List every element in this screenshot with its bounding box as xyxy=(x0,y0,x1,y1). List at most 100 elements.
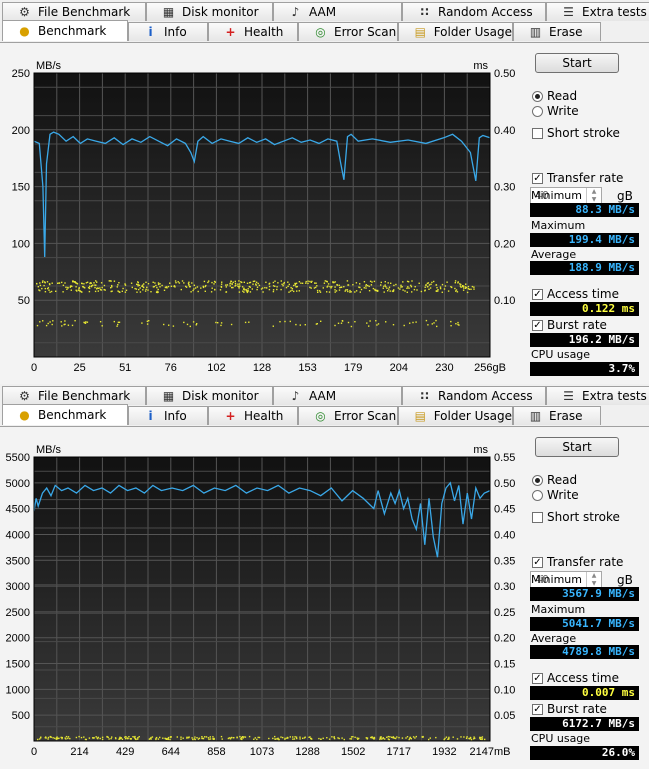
write-radio[interactable]: Write xyxy=(532,488,579,502)
access-time-point xyxy=(276,286,278,288)
tab-folder-usage[interactable]: ▤ Folder Usage xyxy=(398,406,513,425)
access-time-point xyxy=(38,738,41,740)
transfer-rate-checkbox[interactable]: ✓ Transfer rate xyxy=(532,171,623,185)
access-time-point xyxy=(283,283,285,285)
access-time-point xyxy=(174,280,177,282)
burst-rate-value: 196.2 MB/s xyxy=(530,333,639,347)
spin-up-icon[interactable]: ▲ xyxy=(586,188,601,196)
access-time-point xyxy=(56,738,58,740)
short-stroke-checkbox[interactable]: Short stroke xyxy=(532,126,620,140)
access-time-point xyxy=(81,291,83,293)
access-time-point xyxy=(299,736,301,738)
access-time-point xyxy=(338,289,341,291)
access-time-point xyxy=(350,738,353,740)
tab-random-access[interactable]: ∷ Random Access xyxy=(402,386,546,405)
access-time-point xyxy=(52,320,54,322)
access-time-point xyxy=(406,287,408,289)
access-time-point xyxy=(197,738,200,740)
access-time-point xyxy=(454,287,456,290)
access-time-point xyxy=(90,285,93,288)
access-time-point xyxy=(355,282,358,284)
access-time-point xyxy=(379,737,382,739)
read-radio[interactable]: Read xyxy=(532,89,577,103)
access-time-point xyxy=(429,287,432,289)
tab-aam[interactable]: ♪ AAM xyxy=(273,386,402,405)
access-time-point xyxy=(143,283,145,285)
access-time-point xyxy=(366,737,368,740)
read-radio[interactable]: Read xyxy=(532,473,577,487)
access-time-point xyxy=(150,291,152,293)
x-tick: 2147mB xyxy=(470,746,511,758)
access-time-point xyxy=(350,291,352,293)
short-stroke-checkbox[interactable]: Short stroke xyxy=(532,510,620,524)
tab-random-access[interactable]: ∷ Random Access xyxy=(402,2,546,21)
tab-erase[interactable]: ▥ Erase xyxy=(513,406,601,425)
access-time-point xyxy=(196,286,199,288)
burst-rate-checkbox[interactable]: ✓ Burst rate xyxy=(532,318,607,332)
access-time-point xyxy=(296,737,298,740)
access-time-point xyxy=(114,737,117,739)
tab-error-scan[interactable]: ◎ Error Scan xyxy=(298,406,398,425)
stroke-unit: gB xyxy=(617,573,633,587)
access-time-point xyxy=(427,282,430,284)
tab-health[interactable]: + Health xyxy=(208,406,298,425)
tab-extra-tests[interactable]: ☰ Extra tests xyxy=(546,2,649,21)
access-time-point xyxy=(402,281,404,283)
tab-benchmark[interactable]: ● Benchmark xyxy=(2,404,128,425)
access-time-point xyxy=(205,736,208,738)
access-time-checkbox[interactable]: ✓ Access time xyxy=(532,287,619,301)
tab-folder-usage[interactable]: ▤ Folder Usage xyxy=(398,22,513,41)
short-stroke-label: Short stroke xyxy=(547,510,620,524)
radio-selected-icon xyxy=(532,474,543,486)
access-time-point xyxy=(349,738,351,740)
start-button[interactable]: Start xyxy=(535,53,619,73)
start-button[interactable]: Start xyxy=(535,437,619,457)
access-time-point xyxy=(44,291,47,293)
access-time-point xyxy=(373,280,376,283)
y-tick-left: 2500 xyxy=(6,607,30,619)
spin-up-icon[interactable]: ▲ xyxy=(586,572,601,580)
tab-disk-monitor[interactable]: ▦ Disk monitor xyxy=(146,2,273,21)
access-time-point xyxy=(128,736,130,738)
access-time-point xyxy=(124,284,127,286)
transfer-rate-checkbox[interactable]: ✓ Transfer rate xyxy=(532,555,623,569)
y-tick-left: 3500 xyxy=(6,555,30,567)
access-time-point xyxy=(287,281,289,283)
access-time-point xyxy=(244,736,247,738)
access-time-point xyxy=(117,323,119,326)
write-radio[interactable]: Write xyxy=(532,104,579,118)
access-time-point xyxy=(430,283,432,285)
tab-label: Random Access xyxy=(438,389,533,403)
access-time-point xyxy=(266,287,268,289)
access-time-point xyxy=(310,281,312,283)
tab-info[interactable]: i Info xyxy=(128,22,208,41)
tab-file-benchmark[interactable]: ⚙ File Benchmark xyxy=(2,386,146,405)
tab-health[interactable]: + Health xyxy=(208,22,298,41)
access-time-point xyxy=(274,738,276,740)
access-time-checkbox[interactable]: ✓ Access time xyxy=(532,671,619,685)
access-time-point xyxy=(110,290,112,293)
access-time-point xyxy=(191,282,193,284)
access-time-point xyxy=(42,280,44,282)
access-time-point xyxy=(366,322,368,324)
tab-aam[interactable]: ♪ AAM xyxy=(273,2,402,21)
access-time-point xyxy=(256,288,258,291)
burst-rate-checkbox[interactable]: ✓ Burst rate xyxy=(532,702,607,716)
tab-benchmark[interactable]: ● Benchmark xyxy=(2,20,128,41)
tab-file-benchmark[interactable]: ⚙ File Benchmark xyxy=(2,2,146,21)
access-time-point xyxy=(426,286,429,288)
access-time-point xyxy=(57,282,59,284)
access-time-point xyxy=(284,320,286,323)
file-benchmark-icon: ⚙ xyxy=(19,5,30,19)
trash-icon: ▥ xyxy=(529,25,542,39)
access-time-point xyxy=(84,322,87,324)
access-time-point xyxy=(145,288,147,291)
tab-info[interactable]: i Info xyxy=(128,406,208,425)
average-label: Average xyxy=(531,248,577,261)
tab-error-scan[interactable]: ◎ Error Scan xyxy=(298,22,398,41)
tab-extra-tests[interactable]: ☰ Extra tests xyxy=(546,386,649,405)
access-time-point xyxy=(214,289,216,291)
tab-disk-monitor[interactable]: ▦ Disk monitor xyxy=(146,386,273,405)
tab-erase[interactable]: ▥ Erase xyxy=(513,22,601,41)
access-time-point xyxy=(55,290,57,292)
